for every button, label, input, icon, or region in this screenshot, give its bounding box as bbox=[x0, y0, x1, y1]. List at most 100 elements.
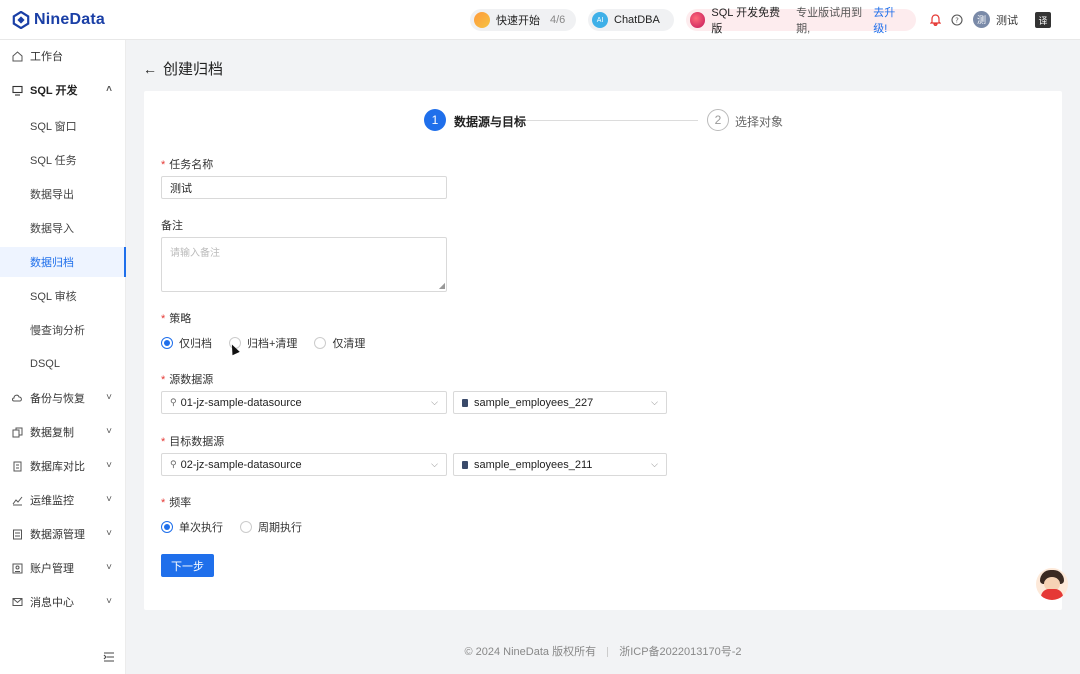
sidebar-item-label: 运维监控 bbox=[30, 495, 74, 507]
chevron-up-icon: ˄ bbox=[106, 84, 112, 95]
quick-start-label: 快速开始 bbox=[496, 15, 540, 27]
frequency-radio-group: 单次执行 周期执行 bbox=[161, 519, 319, 535]
logo-icon bbox=[12, 11, 30, 29]
monitor-icon bbox=[11, 84, 23, 96]
copy-icon bbox=[11, 426, 23, 438]
assistant-body bbox=[1041, 589, 1063, 600]
chevron-down-icon: ˅ bbox=[106, 392, 112, 403]
source-database-select[interactable]: sample_employees_227 ⌵ bbox=[453, 391, 667, 414]
task-name-input[interactable]: 测试 bbox=[161, 176, 447, 199]
mail-icon bbox=[11, 596, 23, 608]
sidebar-item-ops-monitor[interactable]: 运维监控 ˅ bbox=[0, 485, 126, 515]
sidebar-subitem-data-archive[interactable]: 数据归档 bbox=[0, 247, 126, 277]
sidebar-subitem-sql-review[interactable]: SQL 审核 bbox=[0, 281, 126, 311]
database-icon bbox=[462, 398, 468, 407]
task-name-label: * 任务名称 bbox=[161, 159, 214, 171]
chevron-down-icon: ⌵ bbox=[431, 397, 438, 407]
quick-start-button[interactable]: 快速开始 4/6 bbox=[470, 9, 576, 31]
sidebar-item-label: 工作台 bbox=[30, 51, 63, 63]
sidebar-item-messages[interactable]: 消息中心 ˅ bbox=[0, 587, 126, 617]
quick-start-count: 4/6 bbox=[550, 14, 566, 26]
sidebar-subitem-sql-task[interactable]: SQL 任务 bbox=[0, 145, 126, 175]
link-icon: ⚲ bbox=[170, 397, 177, 407]
next-button[interactable]: 下一步 bbox=[161, 554, 214, 577]
target-datasource-select[interactable]: ⚲ 02-jz-sample-datasource ⌵ bbox=[161, 453, 447, 476]
sidebar-item-label: 消息中心 bbox=[30, 597, 74, 609]
required-mark: * bbox=[161, 374, 166, 386]
user-name: 测试 bbox=[996, 14, 1018, 27]
sidebar-item-backup[interactable]: 备份与恢复 ˅ bbox=[0, 383, 126, 413]
sidebar-item-account[interactable]: 账户管理 ˅ bbox=[0, 553, 126, 583]
chevron-down-icon: ⌵ bbox=[651, 459, 658, 469]
source-datasource-select[interactable]: ⚲ 01-jz-sample-datasource ⌵ bbox=[161, 391, 447, 414]
cloud-icon bbox=[11, 392, 23, 404]
promo-icon bbox=[690, 12, 706, 28]
strategy-archive-only[interactable]: 仅归档 bbox=[161, 335, 212, 351]
user-menu[interactable]: 测 测试 bbox=[973, 11, 1018, 28]
step-1-circle: 1 bbox=[424, 109, 446, 131]
sidebar-subitem-dsql[interactable]: DSQL bbox=[0, 349, 126, 379]
app-logo[interactable]: NineData bbox=[12, 10, 105, 30]
collapse-sidebar-icon[interactable] bbox=[103, 651, 115, 665]
required-mark: * bbox=[161, 497, 166, 509]
radio-unchecked[interactable] bbox=[314, 337, 327, 349]
chatdba-button[interactable]: AI ChatDBA bbox=[588, 9, 674, 31]
sidebar-item-replication[interactable]: 数据复制 ˅ bbox=[0, 417, 126, 447]
required-mark: * bbox=[161, 436, 166, 448]
compare-icon bbox=[11, 460, 23, 472]
remark-textarea[interactable]: 请输入备注 ◢ bbox=[161, 237, 447, 292]
promo-title: SQL 开发免费版 bbox=[711, 7, 781, 35]
radio-checked[interactable] bbox=[161, 337, 173, 349]
step-2-circle[interactable]: 2 bbox=[707, 109, 729, 131]
icp-link[interactable]: 浙ICP备2022013170号-2 bbox=[619, 646, 741, 658]
sidebar-item-db-compare[interactable]: 数据库对比 ˅ bbox=[0, 451, 126, 481]
page-title: 创建归档 bbox=[163, 61, 224, 78]
chevron-down-icon: ˅ bbox=[106, 460, 112, 471]
upgrade-banner[interactable]: SQL 开发免费版 专业版试用到期, 去升级! bbox=[686, 7, 916, 35]
strategy-clean-only[interactable]: 仅清理 bbox=[314, 335, 365, 351]
remark-placeholder: 请输入备注 bbox=[170, 248, 220, 259]
sidebar-subitem-data-import[interactable]: 数据导入 bbox=[0, 213, 126, 243]
required-mark: * bbox=[161, 159, 166, 171]
frequency-once[interactable]: 单次执行 bbox=[161, 519, 223, 535]
avatar: 测 bbox=[973, 11, 990, 28]
upgrade-link[interactable]: 去升级! bbox=[873, 4, 908, 36]
chevron-down-icon: ˅ bbox=[106, 528, 112, 539]
frequency-label: * 频率 bbox=[161, 497, 192, 509]
sidebar-subitem-data-export[interactable]: 数据导出 bbox=[0, 179, 126, 209]
sidebar-subitem-slow-query[interactable]: 慢查询分析 bbox=[0, 315, 126, 345]
step-connector bbox=[526, 120, 698, 121]
notification-icon[interactable] bbox=[928, 13, 942, 27]
sidebar-item-datasource[interactable]: 数据源管理 ˅ bbox=[0, 519, 126, 549]
promo-text: 专业版试用到期, bbox=[796, 7, 863, 35]
support-assistant-icon[interactable] bbox=[1036, 568, 1068, 600]
ai-icon: AI bbox=[592, 12, 608, 28]
sidebar-item-label: 数据复制 bbox=[30, 427, 74, 439]
sidebar-item-sql-dev[interactable]: SQL 开发 ˄ bbox=[0, 75, 126, 105]
monitor-icon bbox=[11, 494, 23, 506]
chatdba-label: ChatDBA bbox=[614, 14, 660, 26]
sidebar-item-workbench[interactable]: 工作台 bbox=[0, 41, 126, 71]
strategy-radio-group: 仅归档 归档+清理 仅清理 bbox=[161, 335, 382, 351]
radio-unchecked[interactable] bbox=[240, 521, 252, 533]
database-icon bbox=[462, 460, 468, 469]
back-arrow-icon[interactable]: ← bbox=[143, 61, 157, 77]
chevron-down-icon: ⌵ bbox=[431, 459, 438, 469]
help-icon[interactable]: ? bbox=[950, 13, 964, 27]
resize-handle-icon[interactable]: ◢ bbox=[439, 281, 445, 290]
sidebar-item-label: SQL 开发 bbox=[30, 85, 78, 97]
frequency-periodic[interactable]: 周期执行 bbox=[240, 519, 302, 535]
link-icon: ⚲ bbox=[170, 459, 177, 469]
step-1-label: 数据源与目标 bbox=[454, 115, 527, 129]
sidebar-subitem-sql-window[interactable]: SQL 窗口 bbox=[0, 111, 126, 141]
app-name: NineData bbox=[34, 11, 105, 28]
target-database-select[interactable]: sample_employees_211 ⌵ bbox=[453, 453, 667, 476]
strategy-label: * 策略 bbox=[161, 313, 192, 325]
source-label: * 源数据源 bbox=[161, 374, 214, 386]
chevron-down-icon: ˅ bbox=[106, 596, 112, 607]
step-2-label[interactable]: 选择对象 bbox=[735, 113, 783, 130]
target-label: * 目标数据源 bbox=[161, 436, 225, 448]
radio-checked[interactable] bbox=[161, 521, 173, 533]
language-icon[interactable]: 译 bbox=[1035, 12, 1051, 28]
strategy-archive-clean[interactable]: 归档+清理 bbox=[229, 335, 297, 351]
